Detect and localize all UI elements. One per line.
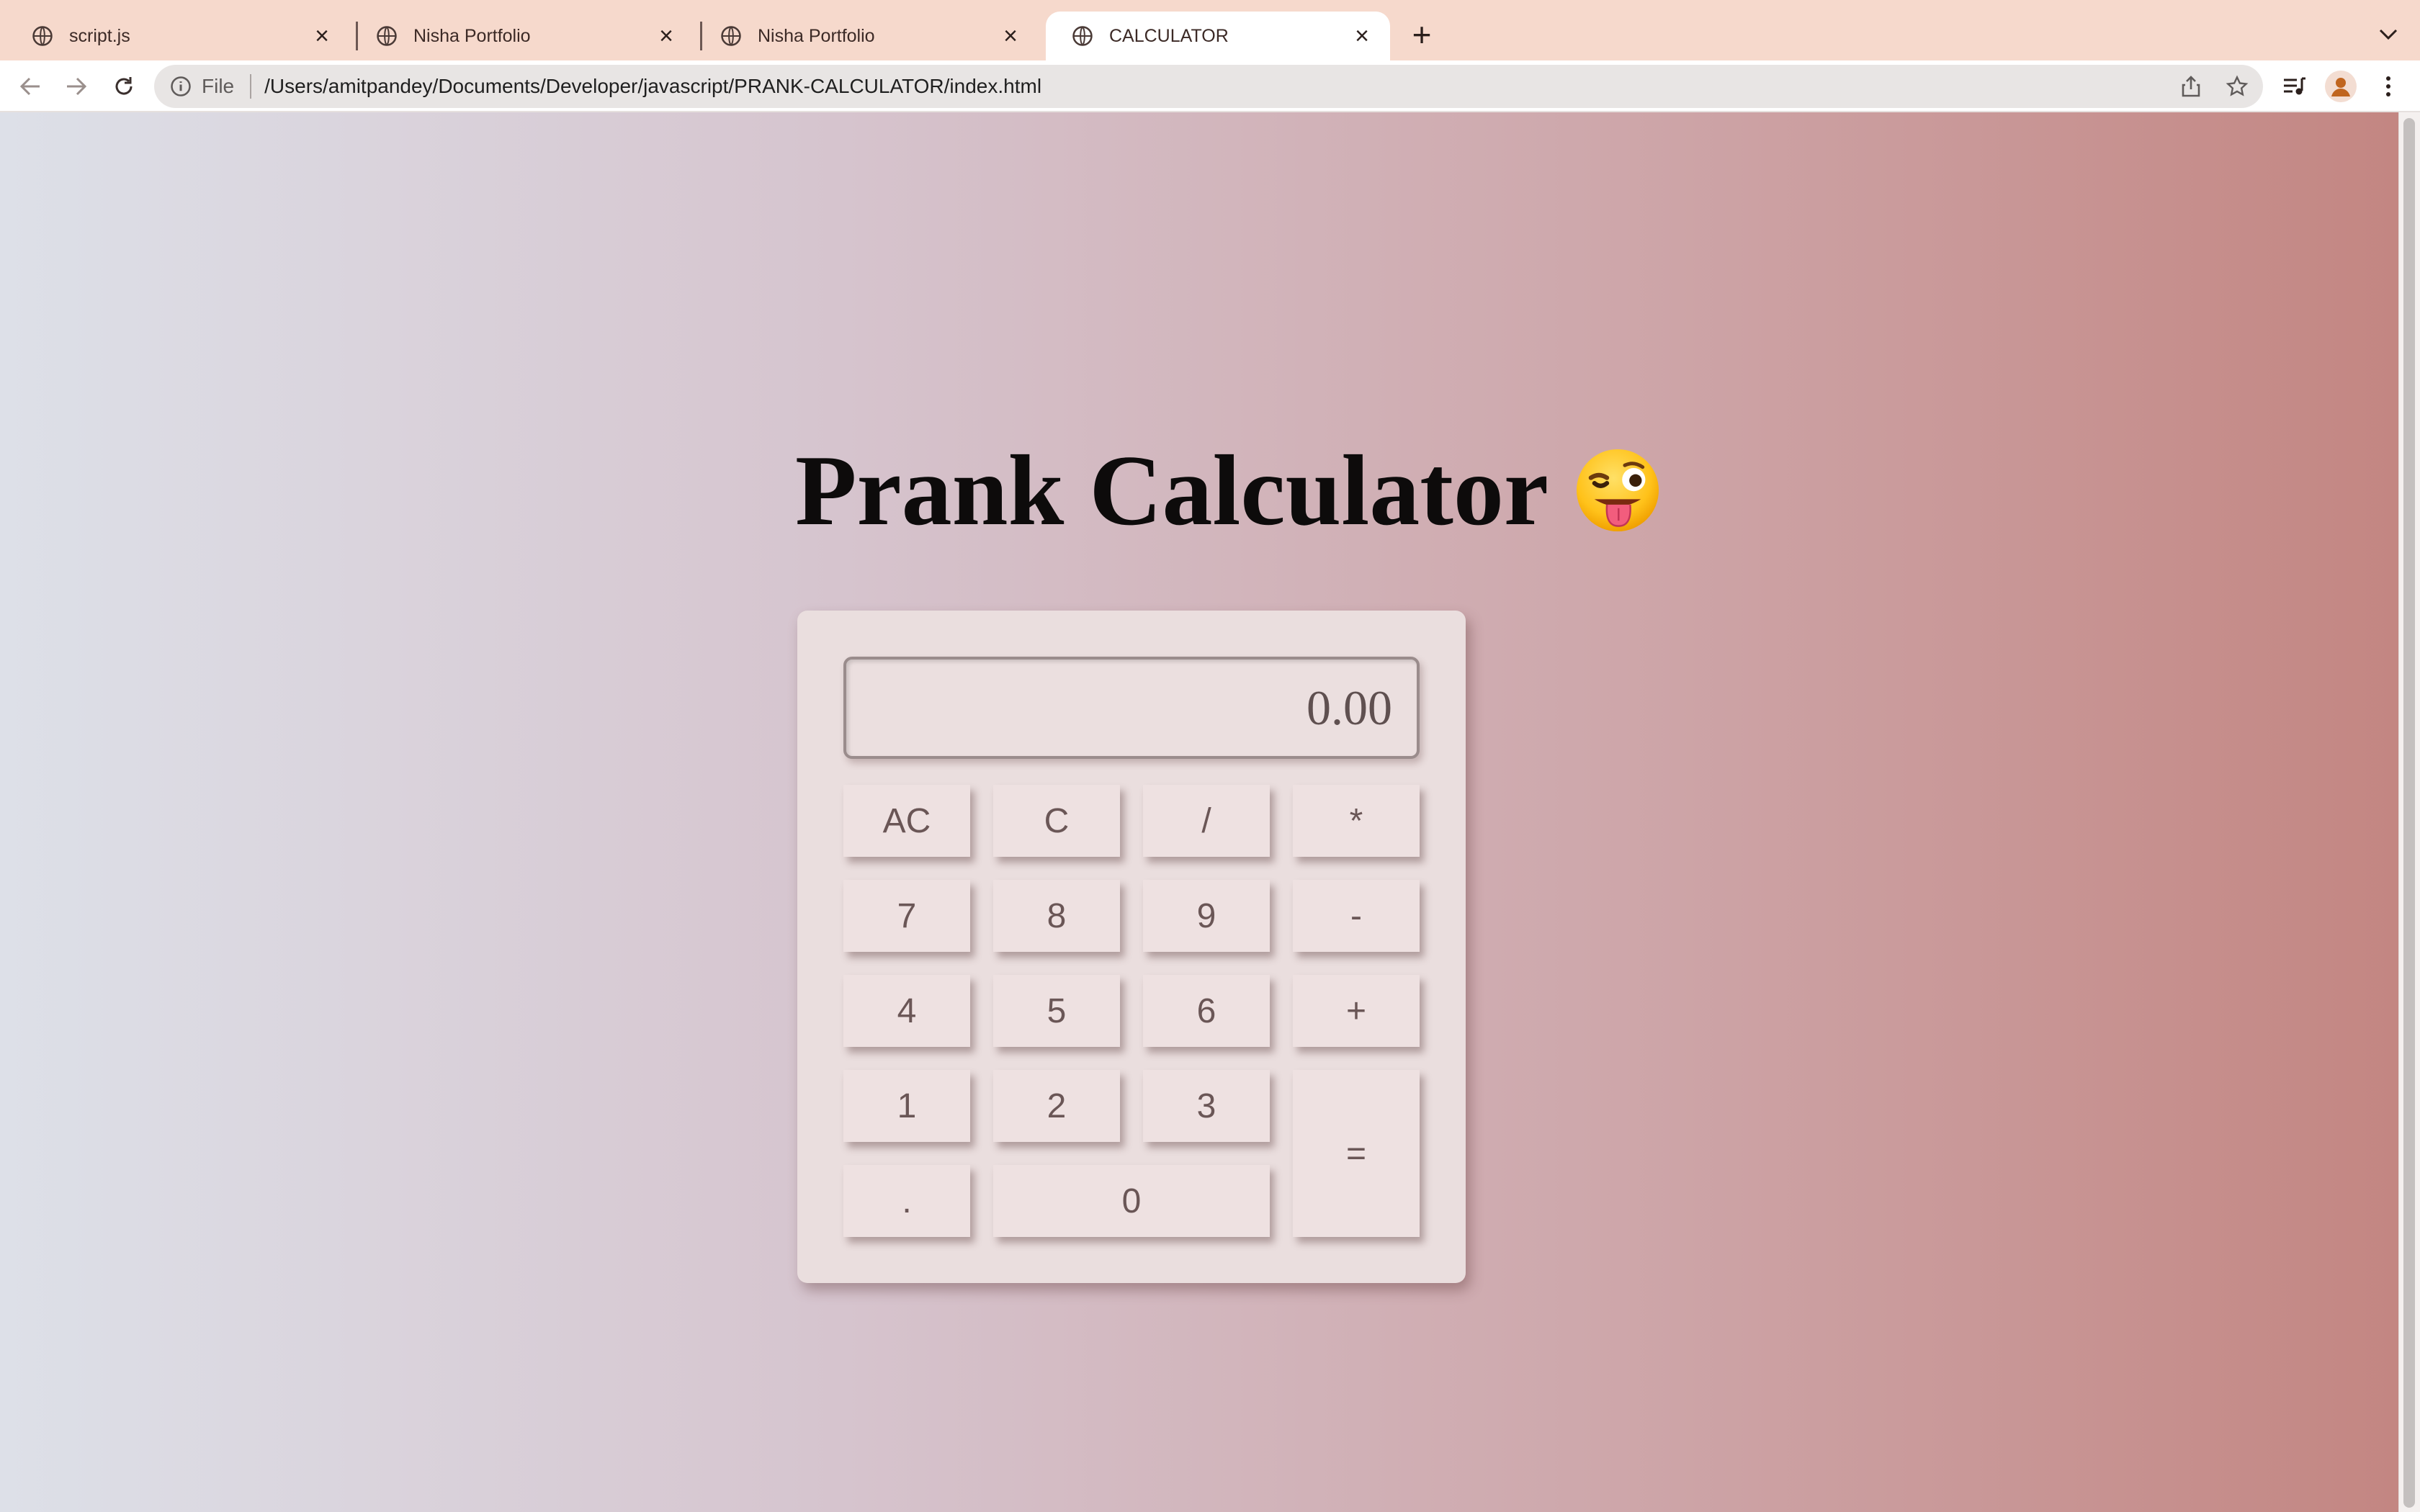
- winking-face-with-tongue-icon: [1577, 449, 1659, 532]
- profile-avatar-icon[interactable]: [2325, 71, 2357, 102]
- close-tab-icon[interactable]: ×: [311, 24, 333, 48]
- tab-title: script.js: [69, 25, 130, 46]
- page-title-text: Prank Calculator: [795, 434, 1549, 546]
- digit-2-button[interactable]: 2: [993, 1070, 1120, 1142]
- tab-search-chevron-icon[interactable]: [2374, 19, 2403, 50]
- digit-1-button[interactable]: 1: [843, 1070, 970, 1142]
- browser-toolbar: File /Users/amitpandey/Documents/Develop…: [0, 60, 2420, 112]
- globe-icon: [377, 26, 397, 46]
- tab-strip: script.js × Nisha Portfolio × Nisha Port…: [0, 0, 2420, 60]
- globe-icon: [721, 26, 741, 46]
- tab-title: Nisha Portfolio: [413, 25, 531, 46]
- digit-7-button[interactable]: 7: [843, 880, 970, 952]
- tab-calculator[interactable]: CALCULATOR ×: [1046, 12, 1390, 60]
- share-icon[interactable]: [2175, 71, 2207, 102]
- forward-arrow-icon[interactable]: [60, 71, 92, 102]
- digit-0-button[interactable]: 0: [993, 1165, 1270, 1237]
- scrollbar-thumb[interactable]: [2403, 118, 2415, 1508]
- digit-9-button[interactable]: 9: [1143, 880, 1270, 952]
- decimal-point-button[interactable]: .: [843, 1165, 970, 1237]
- multiply-button[interactable]: *: [1293, 785, 1420, 857]
- divide-button[interactable]: /: [1143, 785, 1270, 857]
- digit-6-button[interactable]: 6: [1143, 975, 1270, 1047]
- globe-icon: [32, 26, 53, 46]
- close-tab-icon[interactable]: ×: [1351, 24, 1373, 48]
- all-clear-button[interactable]: AC: [843, 785, 970, 857]
- plus-button[interactable]: +: [1293, 975, 1420, 1047]
- address-scheme: File: [202, 75, 235, 97]
- tab-title: CALCULATOR: [1109, 25, 1229, 46]
- globe-icon: [1072, 26, 1093, 46]
- reload-icon[interactable]: [108, 71, 140, 102]
- digit-5-button[interactable]: 5: [993, 975, 1120, 1047]
- digit-4-button[interactable]: 4: [843, 975, 970, 1047]
- tab-title: Nisha Portfolio: [758, 25, 875, 46]
- close-tab-icon[interactable]: ×: [1000, 24, 1021, 48]
- media-queue-icon[interactable]: [2279, 71, 2311, 102]
- page-title: Prank Calculator: [795, 429, 1662, 552]
- tab-nisha-portfolio-1[interactable]: Nisha Portfolio ×: [350, 12, 694, 60]
- info-icon[interactable]: [170, 76, 192, 97]
- clear-button[interactable]: C: [993, 785, 1120, 857]
- minus-button[interactable]: -: [1293, 880, 1420, 952]
- address-url[interactable]: /Users/amitpandey/Documents/Developer/ja…: [264, 75, 1041, 98]
- address-bar[interactable]: File /Users/amitpandey/Documents/Develop…: [154, 65, 2263, 108]
- tab-nisha-portfolio-2[interactable]: Nisha Portfolio ×: [694, 12, 1039, 60]
- digit-3-button[interactable]: 3: [1143, 1070, 1270, 1142]
- bookmark-star-icon[interactable]: [2221, 71, 2253, 102]
- close-tab-icon[interactable]: ×: [655, 24, 677, 48]
- back-arrow-icon[interactable]: [14, 71, 46, 102]
- calculator: 0.00 AC C / * 7 8 9 - 4 5 6 + 1 2 3 = . …: [797, 611, 1466, 1283]
- equals-button[interactable]: =: [1293, 1070, 1420, 1237]
- new-tab-plus-icon[interactable]: +: [1404, 17, 1439, 52]
- more-options-icon[interactable]: [2372, 71, 2404, 102]
- calculator-display: 0.00: [843, 657, 1420, 759]
- address-divider: [250, 74, 252, 99]
- tab-script-js[interactable]: script.js ×: [6, 12, 350, 60]
- digit-8-button[interactable]: 8: [993, 880, 1120, 952]
